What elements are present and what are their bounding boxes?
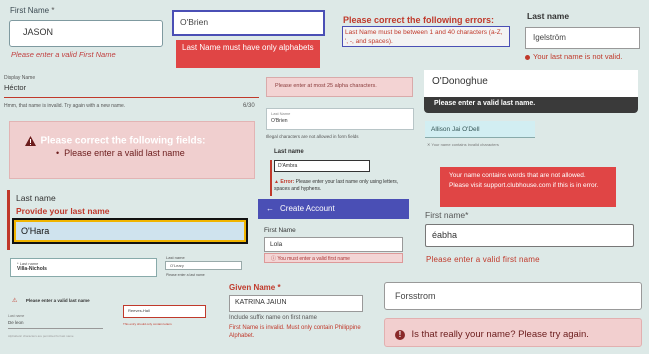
error-summary-title: Please correct the following errors: [343,15,495,25]
display-name-counter: 6/30 [243,103,255,109]
first-name-input[interactable]: Lola [264,237,403,252]
last-name-input[interactable]: O'Hara [12,218,248,244]
first-name-input[interactable]: éabha [425,224,634,247]
last-name-label: Last name [166,255,185,260]
last-name-label: Last name [274,149,304,155]
bullet-icon: • [56,148,65,158]
error-icon: ! [395,329,405,340]
last-name-error: Illegal characters are not allowed in fo… [266,134,359,139]
name-input[interactable]: Allison Jai O'Dell [425,121,535,138]
last-name-value: D'Ambra [278,163,298,169]
error-summary-message: Last Name must be between 1 and 40 chara… [342,26,510,47]
name-check-message: Is that really your name? Please try aga… [411,329,589,341]
last-name-input-17[interactable]: * Last name Villa-Nichols [10,258,157,277]
last-name-error-text: Last Name must have only alphabets [182,43,314,52]
given-name-value: KATRINA JAIUN [235,299,287,306]
error-summary-item: Please enter a valid last name [64,148,185,158]
error-summary-title: Please correct the following fields: [40,135,206,147]
last-name-input-23[interactable]: Forsstrom [384,282,642,310]
arrow-left-icon: ← [266,204,274,213]
given-name-label: Given Name [229,283,276,292]
last-name-value: O'Leary [170,263,184,268]
first-name-error: You must enter a valid first name [277,256,350,262]
given-name-help: Include suffix name on first name [229,315,317,321]
given-name-error: First Name is invalid. Must only contain… [229,325,361,339]
error-prefix: Error: [280,179,295,185]
last-name-error: Please enter a last name [166,273,205,277]
first-name-label: First Name [10,6,50,15]
last-name-error-bar: Please enter a valid last name. [424,97,638,113]
alpha-limit-error: Please enter at most 25 alpha characters… [266,77,413,97]
first-name-value: JASON [23,27,54,37]
last-name-value: Forsstrom [395,291,436,301]
last-name-label: Last Name [271,111,291,116]
last-name-error: Provide your last name [16,206,110,216]
last-name-error-text: Please enter a valid last name. [434,100,536,107]
last-name-error-box: Last Name must have only alphabets [176,40,320,68]
first-name-label: First name [425,210,466,220]
last-name-input[interactable]: D'Ambra [274,160,370,172]
warning-icon [25,135,36,146]
last-name-input[interactable]: O'Brien [172,10,325,36]
display-name-help: Hmm, that name is invalid. Try again wit… [4,103,126,109]
last-name-input[interactable]: Igelström [525,27,640,49]
last-name-input[interactable]: Last Name O'Brien [266,108,414,130]
display-name-input[interactable]: Héctor [4,83,259,98]
last-name-input[interactable]: O'Donoghue [424,70,638,97]
last-name-error: Alphabetic characters are permitted for … [8,334,74,338]
first-name-value: éabha [432,230,458,240]
first-name-value: Lola [270,241,283,248]
display-name-value: Héctor [4,83,27,92]
last-name-input[interactable]: De leon [8,320,103,329]
name-value: Allison Jai O'Dell [431,126,480,133]
clubhouse-error-text: Your name contains words that are not al… [449,172,599,189]
first-name-input[interactable]: JASON [9,20,163,47]
last-name-input[interactable]: Reeves-Hall [123,305,206,318]
first-name-label: First Name [264,227,296,234]
last-name-value: Igelström [533,33,566,42]
name-error: Your name contains invalid characters [431,142,499,147]
last-name-value: De leon [8,320,24,325]
last-name-error: This entry should only contain letters [123,322,172,326]
last-name-value: O'Hara [21,226,50,236]
last-name-value: O'Brien [271,118,288,124]
last-name-error: Your last name is not valid. [533,52,623,61]
last-name-value: Villa-Nichols [17,266,47,272]
last-name-label: Last name [527,11,570,21]
last-name-error: Please enter a valid last name [25,298,90,303]
given-name-input[interactable]: KATRINA JAIUN [229,295,363,312]
name-check-alert: ! Is that really your name? Please try a… [384,318,642,347]
error-dot-icon [525,54,530,60]
last-name-value: Reeves-Hall [128,308,150,313]
warning-icon: ⚠ [12,298,18,304]
last-name-value: O'Brien [180,17,209,27]
create-account-label: Create Account [280,204,335,213]
last-name-value: O'Donoghue [432,76,488,87]
first-name-error-bar: ⓘ You must enter a valid first name [264,253,403,263]
alpha-limit-error-text: Please enter at most 25 alpha characters… [275,83,377,89]
create-account-button[interactable]: ← Create Account [258,199,409,219]
required-marker: * [277,283,281,292]
last-name-input[interactable]: O'Leary [165,261,242,270]
last-name-label: Last name [8,314,25,318]
error-summary-box: Please correct the following fields: • P… [9,121,255,179]
required-marker: * [51,6,55,15]
display-name-label: Display Name [4,75,36,81]
clubhouse-error-box: Your name contains words that are not al… [440,167,616,207]
first-name-help: Please enter a valid First Name [11,50,116,59]
first-name-error: Please enter a valid first name [426,255,540,264]
last-name-label: Last name [16,193,56,203]
required-marker: * [465,210,469,220]
